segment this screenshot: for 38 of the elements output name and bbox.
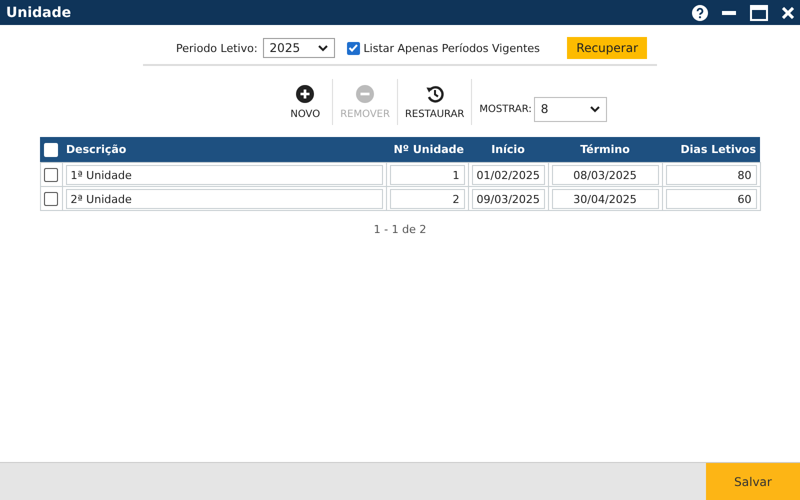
minus-icon (356, 84, 374, 102)
table-cell-field[interactable]: 01/02/2025 (472, 164, 544, 184)
restore-button[interactable]: RESTAURAR (400, 80, 468, 124)
column-header: Dias Letivos (662, 137, 760, 162)
minimize-icon[interactable] (722, 10, 736, 14)
table-cell-field[interactable]: 2 (390, 188, 464, 208)
column-header: Início (468, 137, 548, 162)
window-title: Unidade (6, 4, 72, 20)
history-icon (426, 84, 444, 102)
checkbox[interactable] (44, 192, 58, 206)
table-cell-field[interactable]: 60 (666, 188, 756, 208)
close-icon[interactable] (782, 6, 794, 18)
save-button[interactable]: Salvar (706, 463, 800, 500)
show-label: MOSTRAR: (479, 104, 532, 114)
table-cell-field[interactable]: 80 (666, 164, 756, 184)
table-cell-field[interactable]: 09/03/2025 (472, 188, 544, 208)
caret-icon (318, 44, 328, 52)
maximize-icon[interactable] (750, 4, 768, 20)
period-label: Periodo Letivo: (176, 42, 258, 54)
column-header: Nº Unidade (386, 137, 468, 162)
period-select[interactable]: 2025 (262, 38, 335, 58)
caret-icon (590, 106, 600, 112)
page-size-select[interactable]: 8 (534, 96, 607, 122)
checkbox[interactable] (346, 42, 360, 54)
add-button[interactable]: NOVO (281, 80, 330, 124)
checkbox[interactable] (44, 168, 58, 182)
table-cell-field[interactable]: 30/04/2025 (552, 188, 658, 208)
table-cell-field[interactable]: 08/03/2025 (552, 164, 658, 184)
fetch-button[interactable]: Recuperar (567, 37, 647, 59)
table-cell-field[interactable]: 1 (390, 164, 464, 184)
plus-icon (296, 84, 314, 102)
column-header: Descrição (62, 137, 386, 162)
table-cell-field[interactable]: 1ª Unidade (66, 164, 382, 184)
table-cell-field[interactable]: 2ª Unidade (66, 188, 382, 208)
column-header: Término (548, 137, 662, 162)
help-icon[interactable] (692, 4, 708, 20)
checkbox-label: Listar Apenas Períodos Vigentes (364, 42, 540, 54)
pagination-info: 1 - 1 de 2 (374, 223, 426, 236)
